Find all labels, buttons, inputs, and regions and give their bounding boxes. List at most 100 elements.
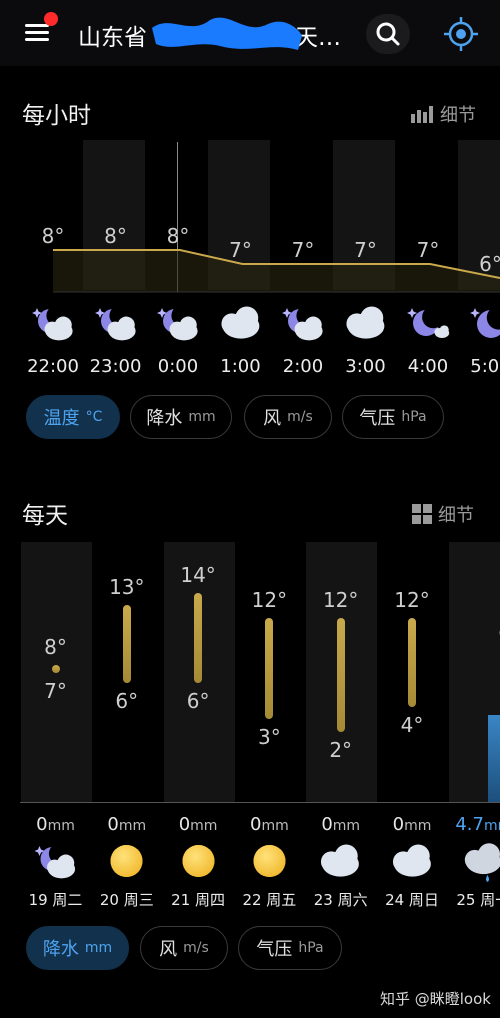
moon-small-cloud-icon bbox=[397, 303, 459, 343]
moon-cloud-icon bbox=[20, 840, 91, 882]
temp-range-bar bbox=[51, 664, 60, 673]
hourly-detail-button[interactable]: 细节 bbox=[410, 101, 476, 127]
chip-unit: m/s bbox=[183, 940, 209, 956]
day-low-temp: 3° bbox=[258, 725, 281, 750]
hourly-detail-label: 细节 bbox=[440, 105, 476, 126]
search-icon bbox=[376, 22, 400, 46]
day-high-temp: 12° bbox=[322, 587, 359, 612]
chip-label: 风 bbox=[159, 939, 178, 960]
daily-detail-label: 细节 bbox=[438, 505, 474, 526]
hour-time: 4:00 bbox=[407, 356, 449, 377]
hour-time: 22:00 bbox=[27, 356, 79, 377]
day-low-temp: 6° bbox=[186, 688, 210, 713]
cloud-icon bbox=[335, 303, 397, 343]
day-precip: 0mm bbox=[36, 814, 75, 835]
daily-title: 每天 bbox=[22, 503, 68, 529]
moon-icon bbox=[460, 303, 500, 343]
chip-label: 气压 bbox=[256, 939, 293, 960]
moon-cloud-icon bbox=[22, 303, 84, 343]
day-high-temp: 13° bbox=[109, 575, 145, 600]
chip-unit: hPa bbox=[401, 409, 427, 425]
moon-cloud-icon bbox=[147, 303, 209, 343]
hour-temp: 8° bbox=[166, 224, 190, 248]
moon-cloud-icon bbox=[272, 303, 334, 343]
sun-icon bbox=[91, 840, 162, 882]
temp-range-bar bbox=[336, 617, 345, 732]
day-low-temp: 3° bbox=[474, 725, 500, 749]
cloud-icon bbox=[210, 303, 272, 343]
day-high-temp: 12° bbox=[251, 587, 288, 612]
metric-chip[interactable]: 气压 hPa bbox=[342, 395, 444, 439]
app-header: 山东省 星天… bbox=[0, 0, 500, 66]
hour-temp: 7° bbox=[354, 238, 377, 262]
hour-temp: 8° bbox=[104, 224, 127, 248]
hour-temp: 7° bbox=[416, 238, 440, 262]
metric-chip[interactable]: 降水 mm bbox=[26, 926, 129, 970]
sun-icon bbox=[163, 840, 234, 882]
day-date: 23 周六 bbox=[313, 891, 368, 909]
chip-label: 降水 bbox=[146, 408, 183, 429]
day-precip: 0mm bbox=[250, 814, 289, 835]
day-low-temp: 7° bbox=[44, 678, 67, 703]
day-precip: 0mm bbox=[392, 814, 432, 835]
day-high-temp: 14° bbox=[180, 563, 216, 588]
day-date: 21 周四 bbox=[171, 891, 226, 909]
day-high-temp: 12° bbox=[394, 587, 430, 612]
sun-icon bbox=[234, 840, 305, 882]
hour-temp: 6° bbox=[479, 252, 500, 276]
locate-button[interactable] bbox=[440, 13, 482, 55]
day-low-temp: 6° bbox=[115, 688, 139, 713]
day-precip: 0mm bbox=[107, 814, 147, 835]
metric-chip[interactable]: 风 m/s bbox=[140, 926, 228, 970]
watermark: 知乎 @眯瞪look bbox=[380, 990, 491, 1008]
hourly-forecast[interactable]: 8° 22:00 8° 23:00 8° 0:00 7° 1:00 7° 2:00 7° 3:00 7°… bbox=[0, 140, 500, 380]
hour-temp: 7° bbox=[229, 238, 252, 262]
hourly-temp-chart bbox=[53, 249, 500, 293]
day-precip: 4.7mm bbox=[455, 814, 500, 835]
day-date: 19 周二 bbox=[28, 891, 83, 909]
chip-label: 风 bbox=[263, 408, 282, 429]
grid-icon bbox=[412, 504, 432, 524]
temp-range-bar bbox=[122, 605, 131, 683]
hour-temp: 7° bbox=[291, 238, 315, 262]
temp-range-bar bbox=[265, 617, 274, 720]
locate-icon bbox=[444, 17, 478, 51]
day-precip: 0mm bbox=[178, 814, 218, 835]
cloud-icon bbox=[305, 840, 376, 882]
notification-badge bbox=[44, 12, 58, 26]
hour-time: 0:00 bbox=[157, 356, 199, 377]
metric-chip[interactable]: 温度 °C bbox=[26, 395, 120, 439]
daily-detail-button[interactable]: 细节 bbox=[412, 501, 474, 527]
day-date: 22 周五 bbox=[242, 891, 297, 909]
day-low-temp: 4° bbox=[400, 713, 424, 738]
chip-unit: mm bbox=[188, 409, 216, 425]
hourly-title: 每小时 bbox=[22, 103, 91, 129]
hour-time: 5:00 bbox=[470, 356, 500, 377]
cloud-icon bbox=[377, 840, 448, 882]
search-button[interactable] bbox=[366, 14, 410, 54]
chip-unit: hPa bbox=[298, 940, 324, 956]
chip-unit: mm bbox=[84, 940, 113, 956]
moon-cloud-icon bbox=[85, 303, 147, 343]
chip-unit: m/s bbox=[287, 409, 313, 425]
hour-time: 1:00 bbox=[220, 356, 261, 377]
chip-label: 降水 bbox=[42, 939, 79, 960]
day-precip: 0mm bbox=[321, 814, 361, 835]
day-date: 25 周一 bbox=[456, 891, 500, 909]
hour-time: 23:00 bbox=[89, 356, 142, 377]
location-prefix: 山东省 bbox=[78, 25, 147, 51]
day-high-temp: 9° bbox=[474, 624, 500, 648]
metric-chip[interactable]: 气压 hPa bbox=[238, 926, 342, 970]
chip-unit: °C bbox=[85, 409, 103, 425]
day-low-temp: 2° bbox=[329, 737, 353, 762]
temp-range-bar bbox=[194, 593, 203, 683]
hour-time: 2:00 bbox=[282, 356, 324, 377]
hour-temp: 8° bbox=[41, 224, 65, 248]
redaction-scribble bbox=[152, 17, 302, 50]
metric-chip[interactable]: 降水 mm bbox=[130, 395, 232, 439]
metric-chip[interactable]: 风 m/s bbox=[244, 395, 332, 439]
day-high-temp: 8° bbox=[44, 634, 67, 659]
chart-icon bbox=[411, 106, 433, 123]
daily-baseline bbox=[20, 802, 500, 803]
day-date: 24 周日 bbox=[385, 891, 439, 909]
